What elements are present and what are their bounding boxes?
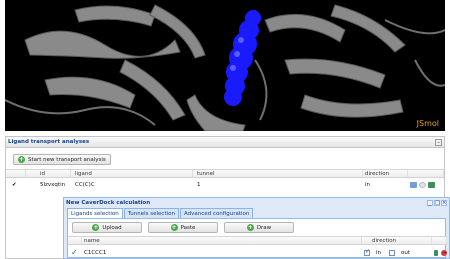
remove-icon[interactable]: − (441, 249, 447, 256)
minimize-icon[interactable]: _ (427, 200, 433, 206)
row-id: 5lzvxqtin (40, 181, 66, 188)
direction-in-checkbox[interactable] (364, 248, 370, 256)
start-analysis-label: Start new transport analysis (28, 156, 106, 163)
direction-options: in out (362, 248, 432, 256)
col-actions (432, 237, 447, 244)
plus-icon: + (246, 224, 254, 231)
ligands-selection-panel: + Upload + Paste + Draw name direction ✓… (67, 218, 447, 258)
plus-icon: + (170, 224, 178, 231)
close-icon[interactable]: × (441, 200, 447, 206)
tab-bar: Ligands selection Tunnels selection Adva… (67, 208, 446, 218)
paste-button[interactable]: + Paste (148, 222, 218, 233)
draw-button[interactable]: + Draw (224, 222, 294, 233)
col-ligand[interactable]: ligand (71, 170, 193, 177)
table-row[interactable]: ✔ 5lzvxqtin CC(C)C 1 in (6, 179, 444, 190)
upload-label: Upload (102, 224, 122, 231)
row-ligand: CC(C)C (75, 181, 95, 188)
jsmol-watermark: JSmol (416, 119, 439, 128)
caverdock-window[interactable]: New CaverDock calculation _ □ × Ligands … (63, 197, 450, 259)
collapse-icon[interactable]: – (435, 139, 442, 146)
success-check-icon: ✔ (12, 181, 17, 188)
window-title: New CaverDock calculation (66, 200, 151, 206)
col-id[interactable]: id (26, 170, 71, 177)
table-row[interactable]: ✓ C1CCC1 in out − (68, 247, 447, 258)
draw-label: Draw (256, 224, 272, 231)
col-direction[interactable]: direction (363, 170, 408, 177)
col-status (6, 170, 26, 177)
col-check (68, 237, 82, 244)
tab-ligands-selection[interactable]: Ligands selection (67, 208, 123, 218)
row-actions (408, 181, 444, 188)
tab-advanced-configuration[interactable]: Advanced configuration (180, 208, 254, 218)
col-direction[interactable]: direction (362, 237, 432, 244)
panel-title: Ligand transport analyses (6, 137, 444, 148)
direction-out-checkbox[interactable] (389, 249, 396, 256)
plus-icon: + (92, 224, 100, 231)
info-icon[interactable] (419, 181, 426, 188)
maximize-icon[interactable]: □ (434, 200, 440, 206)
col-actions (408, 170, 444, 177)
upload-button[interactable]: + Upload (72, 222, 142, 233)
selected-check-icon: ✓ (71, 248, 78, 257)
analyses-table-header: id ligand tunnel direction (6, 169, 444, 178)
jsmol-viewer[interactable]: JSmol (5, 0, 445, 131)
row-actions: − (432, 249, 447, 256)
col-name[interactable]: name (82, 237, 362, 244)
direction-out-label: out (401, 249, 411, 256)
download-icon[interactable] (428, 181, 435, 188)
row-direction: in (365, 181, 371, 188)
direction-in-label: in (376, 249, 382, 256)
row-tunnel: 1 (197, 181, 201, 188)
plus-icon: + (18, 156, 25, 163)
download-icon[interactable] (434, 249, 438, 256)
window-tools: _ □ × (427, 200, 447, 206)
ligands-table-header: name direction (68, 236, 447, 245)
paste-label: Paste (180, 224, 196, 231)
protein-structure-render (5, 4, 445, 131)
tab-tunnels-selection[interactable]: Tunnels selection (123, 208, 179, 218)
ligand-name: C1CCC1 (84, 249, 107, 256)
col-tunnel[interactable]: tunnel (193, 170, 363, 177)
view-icon[interactable] (410, 181, 417, 188)
start-analysis-button[interactable]: + Start new transport analysis (13, 154, 111, 165)
